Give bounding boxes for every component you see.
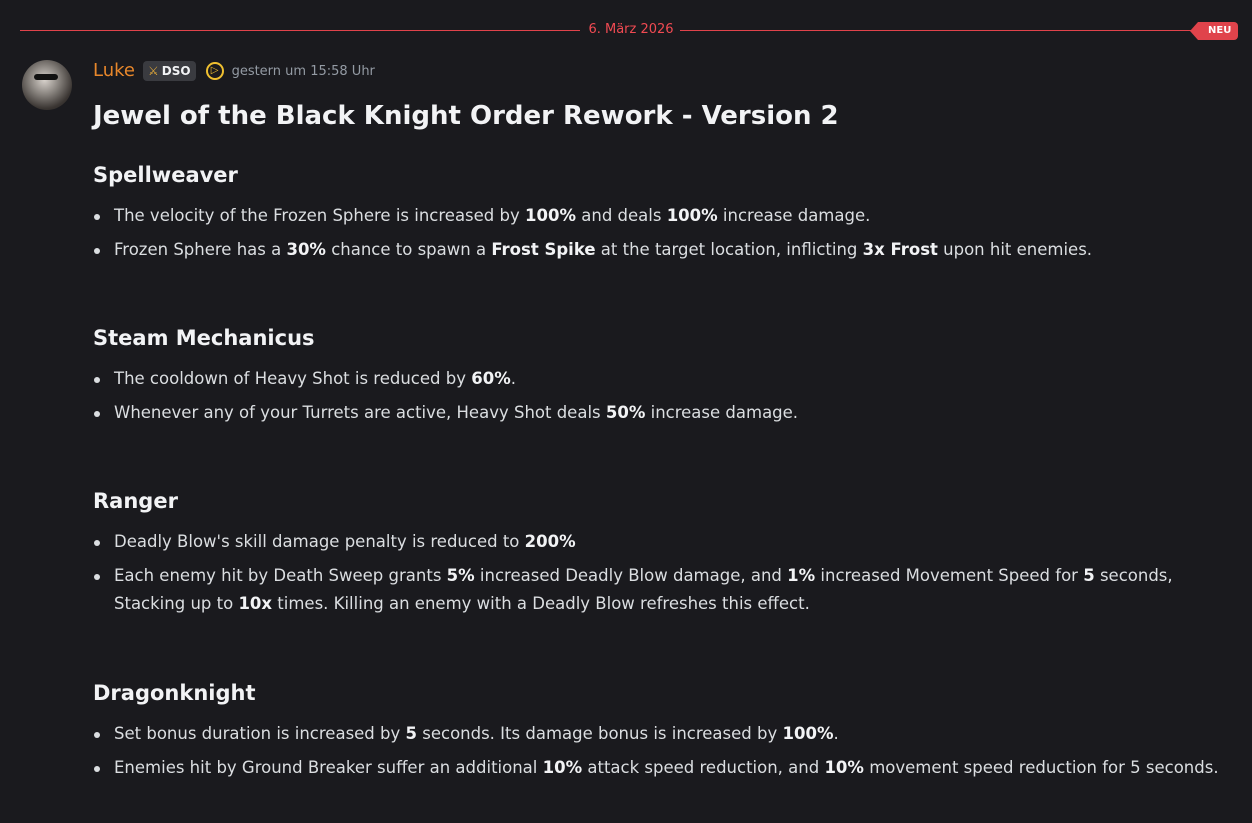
server-tag[interactable]: ⚔ DSO [142,61,196,81]
bold-value: 50% [605,403,646,422]
message-header: Luke ⚔ DSO ▷ gestern um 15:58 Uhr [93,58,375,84]
bold-value: 10% [542,758,583,777]
text-segment: The cooldown of Heavy Shot is reduced by [114,369,472,388]
bold-value: Frost Spike [491,240,596,259]
bold-value: 100% [525,206,576,225]
bullet-list: Set bonus duration is increased by 5 sec… [93,720,1233,782]
section-dragonknight: Dragonknight Set bonus duration is incre… [93,678,1233,788]
text-segment: . [833,724,839,743]
bullet-item: Whenever any of your Turrets are active,… [93,399,1233,427]
bold-value: 10% [824,758,864,777]
text-segment: upon hit enemies. [937,240,1093,259]
text-segment: increased Movement Speed for [815,566,1084,585]
bold-value: 10x [238,594,273,613]
bold-value: 200% [524,532,576,551]
username[interactable]: Luke [93,58,135,84]
section-ranger: Ranger Deadly Blow's skill damage penalt… [93,486,1233,624]
avatar[interactable] [22,60,72,110]
text-segment: Enemies hit by Ground Breaker suffer an … [114,758,543,777]
new-badge: NEU [1189,22,1239,40]
message-title: Jewel of the Black Knight Order Rework -… [93,101,839,131]
bullet-item: Enemies hit by Ground Breaker suffer an … [93,754,1233,782]
text-segment: and deals [576,206,667,225]
bold-value: 100% [666,206,718,225]
bullet-item: Deadly Blow's skill damage penalty is re… [93,528,1233,556]
bullet-list: The cooldown of Heavy Shot is reduced by… [93,365,1233,427]
divider-line-left [20,30,580,31]
bullet-item: The velocity of the Frozen Sphere is inc… [93,202,1233,230]
text-segment: increased Deadly Blow damage, and [474,566,788,585]
bold-value: 60% [471,369,511,388]
divider-date: 6. März 2026 [588,22,674,37]
bold-value: 100% [782,724,834,743]
text-segment: seconds. Its damage bonus is increased b… [417,724,783,743]
section-heading: Spellweaver [93,163,238,187]
section-heading: Dragonknight [93,681,256,705]
bullet-item: Each enemy hit by Death Sweep grants 5% … [93,562,1233,618]
server-tag-label: DSO [161,64,191,78]
bullet-item: Frozen Sphere has a 30% chance to spawn … [93,236,1233,264]
text-segment: Frozen Sphere has a [114,240,287,259]
text-segment: Each enemy hit by Death Sweep grants [114,566,447,585]
text-segment: movement speed reduction for 5 seconds. [863,758,1219,777]
timestamp[interactable]: gestern um 15:58 Uhr [232,64,375,79]
text-segment: Deadly Blow's skill damage penalty is re… [114,532,525,551]
section-spellweaver: Spellweaver The velocity of the Frozen S… [93,160,1233,270]
text-segment: Set bonus duration is increased by [114,724,406,743]
bullet-list: The velocity of the Frozen Sphere is inc… [93,202,1233,264]
bold-value: 1% [787,566,816,585]
text-segment: at the target location, inflicting [595,240,863,259]
bold-value: 5% [446,566,475,585]
text-segment: increase damage. [645,403,799,422]
text-segment: attack speed reduction, and [582,758,825,777]
bold-value: 5 [1083,566,1095,585]
text-segment: chance to spawn a [325,240,492,259]
divider-line-right [680,30,1200,31]
text-segment: The velocity of the Frozen Sphere is inc… [114,206,526,225]
sword-icon: ⚔ [147,64,159,78]
text-segment: increase damage. [717,206,871,225]
section-steam-mechanicus: Steam Mechanicus The cooldown of Heavy S… [93,323,1233,433]
text-segment: times. Killing an enemy with a Deadly Bl… [272,594,810,613]
bold-value: 3x Frost [862,240,938,259]
bullet-item: The cooldown of Heavy Shot is reduced by… [93,365,1233,393]
bold-value: 5 [405,724,417,743]
date-divider: 6. März 2026 [20,22,1240,37]
bullet-list: Deadly Blow's skill damage penalty is re… [93,528,1233,618]
text-segment: Whenever any of your Turrets are active,… [114,403,606,422]
bold-value: 30% [286,240,326,259]
bullet-item: Set bonus duration is increased by 5 sec… [93,720,1233,748]
message-content: Jewel of the Black Knight Order Rework -… [93,96,1233,777]
section-heading: Steam Mechanicus [93,326,315,350]
section-heading: Ranger [93,489,178,513]
booster-badge-icon[interactable]: ▷ [205,62,224,80]
text-segment: . [510,369,516,388]
